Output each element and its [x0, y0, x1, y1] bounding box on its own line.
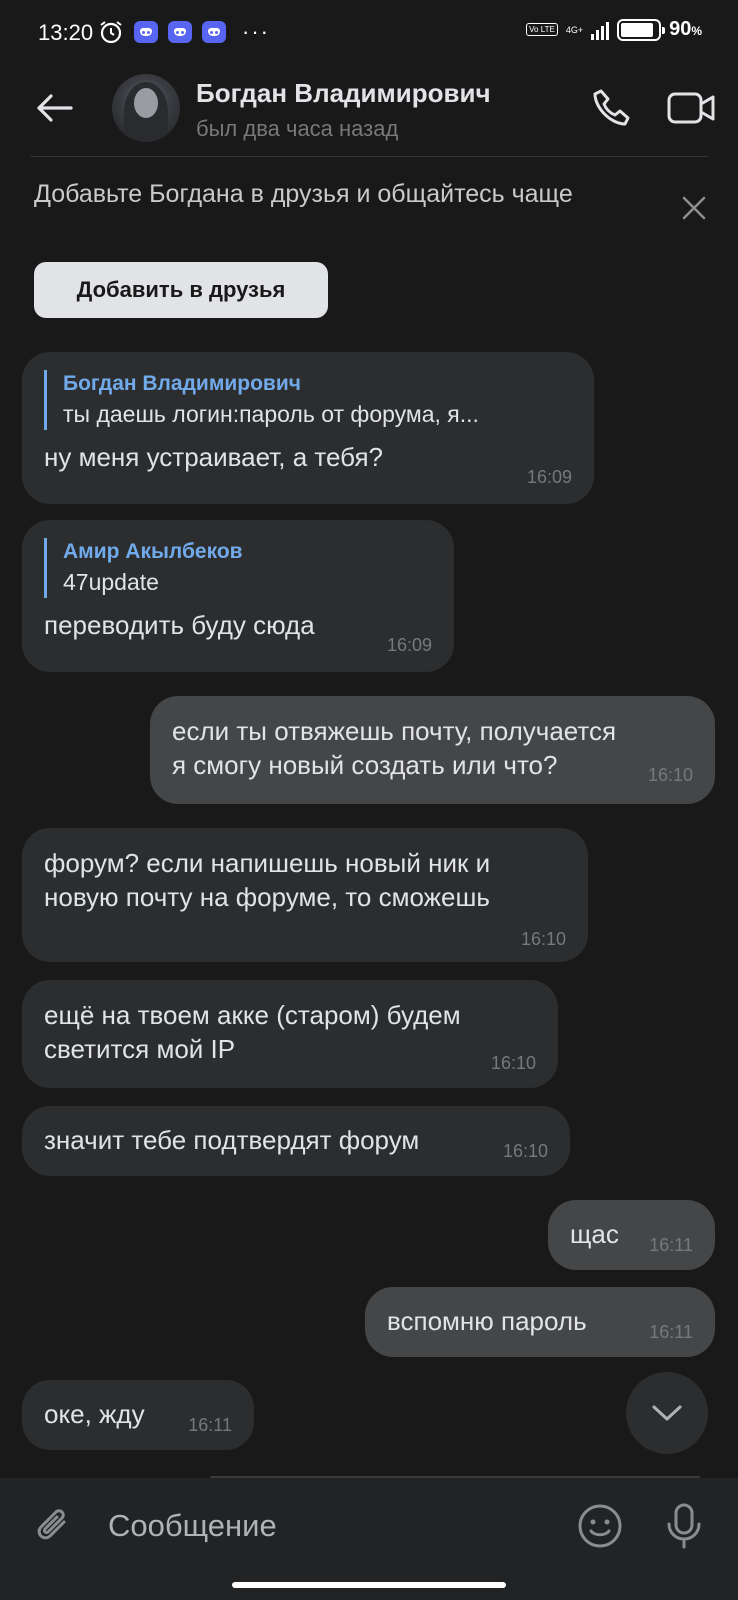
message-bubble[interactable]: Богдан Владимирович ты даешь логин:парол… [22, 352, 594, 504]
message-time: 16:10 [490, 1053, 536, 1073]
message-text: новую почту на форуме, то сможешь [44, 882, 490, 912]
battery-percent: 90% [669, 18, 702, 40]
message-bubble[interactable]: Амир Акылбеков 47update переводить буду … [22, 520, 454, 672]
call-button[interactable] [586, 82, 638, 134]
header-divider [30, 156, 708, 157]
message-text: светится мой IP [44, 1034, 236, 1064]
battery-fill [621, 22, 654, 37]
message-time: 16:11 [188, 1415, 232, 1435]
reply-author: Амир Акылбеков [63, 540, 243, 563]
message-time: 16:11 [649, 1235, 693, 1255]
more-dots-icon: ··· [242, 19, 270, 44]
phone-icon [593, 89, 630, 126]
message-bubble[interactable]: форум? если напишешь новый ник и новую п… [22, 828, 588, 962]
video-call-button[interactable] [664, 82, 720, 134]
message-text: значит тебе подтвердят форум [44, 1125, 420, 1155]
last-seen-status: был два часа назад [196, 116, 399, 141]
discord-icon [168, 21, 192, 43]
message-bubble[interactable]: вспомню пароль 16:11 [365, 1287, 715, 1357]
message-time: 16:09 [386, 635, 432, 655]
attach-button[interactable] [28, 1500, 80, 1552]
message-bubble[interactable]: оке, жду 16:11 [22, 1380, 254, 1450]
close-icon [682, 196, 706, 220]
reply-text: 47update [63, 569, 159, 595]
add-friend-banner-text: Добавьте Богдана в друзья и общайтесь ча… [34, 180, 573, 208]
contact-name[interactable]: Богдан Владимирович [196, 78, 491, 109]
message-text: форум? если напишешь новый ник и [44, 848, 491, 878]
voice-message-button[interactable] [656, 1498, 712, 1554]
message-bubble[interactable]: если ты отвяжешь почту, получается я смо… [150, 696, 715, 804]
discord-icon [134, 21, 158, 43]
home-indicator[interactable] [232, 1582, 506, 1588]
scroll-to-bottom-button[interactable] [626, 1372, 708, 1454]
message-text: если ты отвяжешь почту, получается [172, 716, 617, 746]
discord-icon [202, 21, 226, 43]
network-type-label: 4G+ [565, 24, 584, 35]
message-time: 16:10 [502, 1141, 548, 1161]
chat-header: Богдан Владимирович был два часа назад [0, 64, 738, 156]
reply-text: ты даешь логин:пароль от форума, я... [63, 401, 479, 427]
message-time: 16:10 [520, 929, 566, 949]
notification-icons: ··· [98, 19, 270, 45]
reply-author: Богдан Владимирович [63, 372, 301, 395]
video-camera-icon [667, 92, 715, 124]
system-indicators: Vo LTE 4G+ 90% [526, 18, 702, 41]
message-time: 16:11 [649, 1322, 693, 1342]
alarm-icon [100, 21, 122, 44]
avatar[interactable] [112, 74, 180, 142]
message-text: ещё на твоем акке (старом) будем [44, 1000, 461, 1030]
emoji-button[interactable] [574, 1500, 626, 1552]
volte-icon: Vo LTE [526, 23, 558, 36]
message-bubble[interactable]: значит тебе подтвердят форум 16:10 [22, 1106, 570, 1176]
paperclip-icon [37, 1509, 66, 1540]
message-text: ну меня устраивает, а тебя? [44, 442, 384, 472]
status-bar: 13:20 ··· Vo LTE 4G+ 90% [0, 0, 738, 64]
back-button[interactable] [30, 84, 78, 132]
message-text: вспомню пароль [387, 1306, 587, 1336]
signal-icon [591, 20, 610, 40]
message-time: 16:09 [526, 467, 572, 487]
message-text: я смогу новый создать или что? [172, 750, 558, 780]
message-bubble[interactable]: щас 16:11 [548, 1200, 715, 1270]
battery-icon [617, 18, 666, 41]
message-bubble[interactable]: ещё на твоем акке (старом) будем светитс… [22, 980, 558, 1088]
reply-quote[interactable]: Богдан Владимирович ты даешь логин:парол… [44, 370, 572, 430]
reply-quote[interactable]: Амир Акылбеков 47update [44, 538, 432, 598]
message-text: переводить буду сюда [44, 610, 315, 640]
message-time: 16:10 [647, 765, 693, 785]
message-input[interactable] [108, 1502, 548, 1550]
chevron-down-icon [652, 1405, 682, 1421]
banner-close-button[interactable] [668, 182, 720, 234]
status-time: 13:20 [38, 20, 94, 45]
emoji-icon [578, 1504, 622, 1548]
add-friend-button[interactable]: Добавить в друзья [34, 262, 328, 318]
back-arrow-icon [37, 94, 73, 122]
microphone-icon [667, 1503, 701, 1549]
